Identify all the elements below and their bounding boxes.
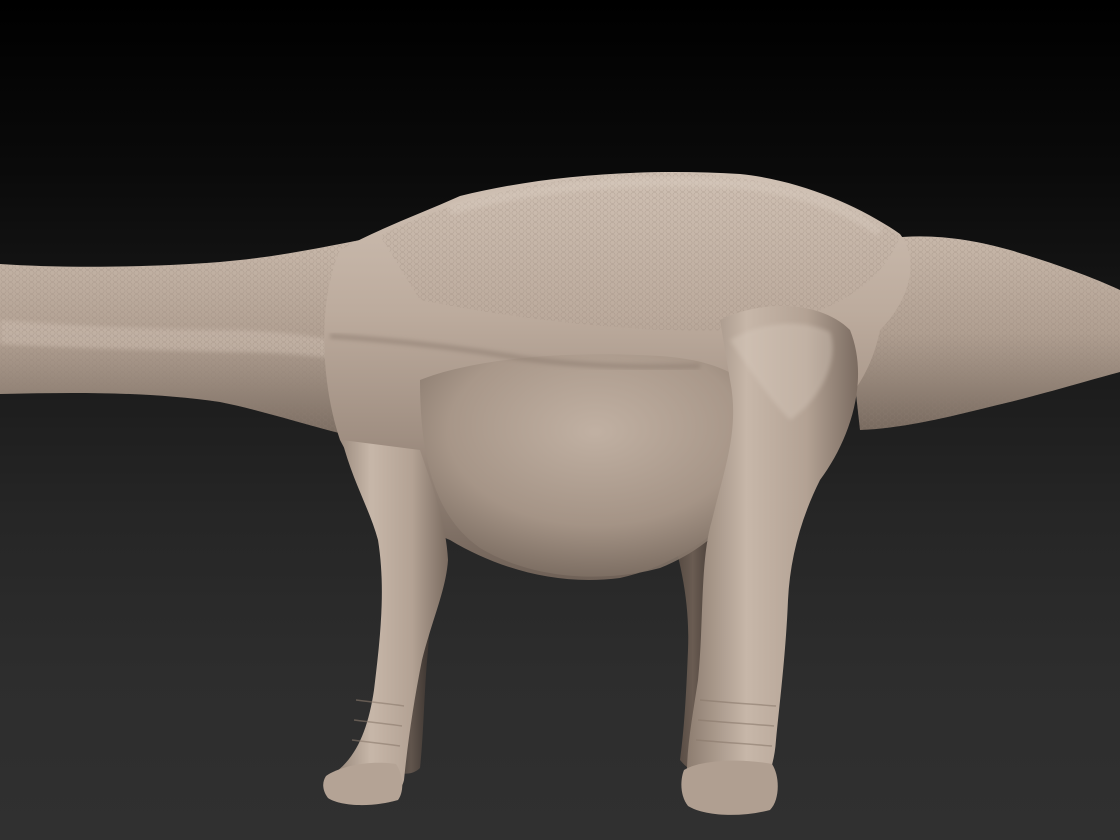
near-front-leg <box>329 440 448 803</box>
neck-scale-texture <box>0 240 370 440</box>
render-viewport <box>0 0 1120 840</box>
sauropod-sculpt-render <box>0 172 1120 815</box>
near-hind-foot <box>681 760 778 815</box>
near-front-foot <box>323 762 403 806</box>
